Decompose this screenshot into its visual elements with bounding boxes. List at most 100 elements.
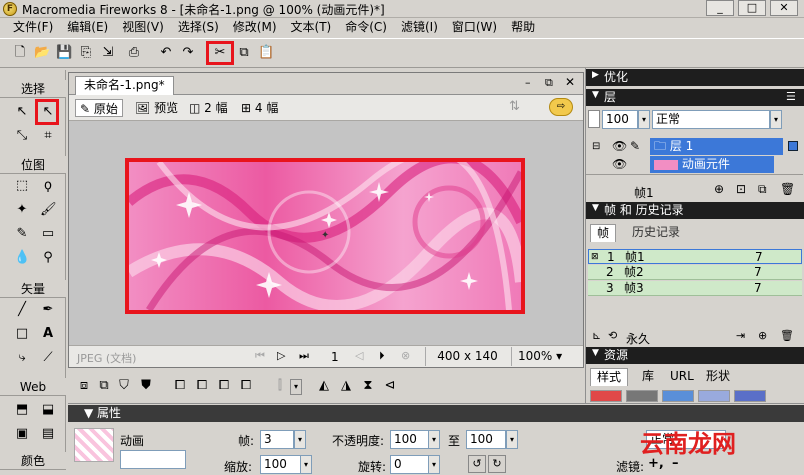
send-backward-icon[interactable]: ⧠ <box>216 378 232 394</box>
pointer-tool-icon[interactable]: ↖ <box>14 104 30 120</box>
library-tab[interactable]: 库 <box>638 368 658 386</box>
knife-tool-icon[interactable]: ⟋ <box>40 350 56 366</box>
flip-horizontal-icon[interactable]: ⧗ <box>360 378 376 394</box>
text-tool-icon[interactable]: A <box>40 326 56 342</box>
flip-vertical-icon[interactable]: ⊲ <box>382 378 398 394</box>
history-tab[interactable]: 历史记录 <box>626 224 686 242</box>
first-frame-icon[interactable]: ⏮ <box>255 349 265 363</box>
new-layer-icon[interactable]: ⊕ <box>714 182 724 196</box>
symbol-name-field[interactable] <box>120 450 186 469</box>
layer-blend-field[interactable]: 正常 <box>652 110 770 129</box>
view-4up-tab[interactable]: ⊞ 4 幅 <box>237 99 282 117</box>
rotate-left-icon[interactable]: ◭ <box>316 378 332 394</box>
view-original-tab[interactable]: ✎ 原始 <box>75 99 123 117</box>
print-icon[interactable]: ⎙ <box>126 45 142 61</box>
crop-tool-icon[interactable]: ⌗ <box>40 128 56 144</box>
import-icon[interactable]: ⎘ <box>78 45 94 61</box>
layer-opacity-dropdown[interactable]: ▾ <box>638 110 650 129</box>
menu-select[interactable]: 选择(S) <box>171 18 226 37</box>
copy-icon[interactable]: ⧉ <box>236 45 252 61</box>
export-icon[interactable]: ⇲ <box>100 45 116 61</box>
url-tab[interactable]: URL <box>666 368 698 386</box>
frame-row-3[interactable]: 3 帧3 7 <box>588 281 802 296</box>
distribute-to-frames-icon[interactable]: ⇥ <box>736 329 745 342</box>
frames-panel-header[interactable]: 帧 和 历史记录 <box>586 202 804 219</box>
delete-layer-icon[interactable]: 🗑 <box>780 182 795 196</box>
delete-frame-icon[interactable]: 🗑 <box>780 329 794 342</box>
new-sublayer-icon[interactable]: ⊡ <box>736 182 746 196</box>
maximize-button[interactable]: □ <box>738 0 766 16</box>
opacity-to-field[interactable]: 100 <box>466 430 506 449</box>
style-swatch[interactable] <box>590 390 622 402</box>
frame-row-2[interactable]: 2 帧2 7 <box>588 265 802 280</box>
layers-panel-header[interactable]: 层 <box>586 89 804 106</box>
last-frame-icon[interactable]: ⏭ <box>299 349 309 363</box>
align-icon[interactable]: ⫿ <box>272 378 288 394</box>
zoom-select[interactable]: 100% ▾ <box>511 347 577 366</box>
doc-restore-icon[interactable]: ⧉ <box>545 76 553 90</box>
frame-row-1[interactable]: ⊠ 1 帧1 7 <box>588 249 802 264</box>
add-frame-icon[interactable]: ⊕ <box>758 329 767 342</box>
view-preview-tab[interactable]: 🖼 预览 <box>131 99 182 117</box>
scale-tool-icon[interactable]: ⤡ <box>14 128 30 144</box>
preview-in-browser-icon[interactable]: ⇨ <box>549 98 573 116</box>
eraser-tool-icon[interactable]: ▭ <box>40 226 56 242</box>
loop-icon[interactable]: ⟲ <box>608 329 617 342</box>
scale-dropdown[interactable]: ▾ <box>300 455 312 474</box>
ungroup-icon[interactable]: ⧉ <box>96 378 112 394</box>
rotate-field[interactable]: 0 <box>390 455 430 474</box>
frames-dropdown[interactable]: ▾ <box>294 430 306 449</box>
optimize-collapse-icon[interactable]: ▶ <box>592 70 599 80</box>
layer-row[interactable]: ⊟ 👁 ✎ 🗀 层 1 <box>588 138 802 155</box>
bring-to-front-icon[interactable]: ⧠ <box>172 378 188 394</box>
slice-tool-icon[interactable]: ⬓ <box>40 402 56 418</box>
blur-tool-icon[interactable]: 💧 <box>14 250 30 266</box>
document-tab[interactable]: 未命名-1.png* <box>75 76 174 95</box>
bring-forward-icon[interactable]: ⧠ <box>194 378 210 394</box>
new-document-icon[interactable]: 🗋 <box>12 45 28 61</box>
opacity-from-field[interactable]: 100 <box>390 430 430 449</box>
style-swatch[interactable] <box>626 390 658 402</box>
next-frame-icon[interactable]: ⏵ <box>379 349 385 363</box>
onion-skin-icon[interactable]: ⊾ <box>592 329 601 342</box>
hotspot-tool-icon[interactable]: ⬒ <box>14 402 30 418</box>
frames-collapse-icon[interactable]: ▼ <box>592 203 599 213</box>
properties-header[interactable]: ▼ 属性 <box>68 405 804 422</box>
layers-collapse-icon[interactable]: ▼ <box>592 90 599 100</box>
doc-close-icon[interactable]: ✕ <box>565 75 575 89</box>
eye-icon[interactable]: 👁 <box>612 138 627 155</box>
expand-minus-icon[interactable]: ⊟ <box>592 138 600 155</box>
object-eye-icon[interactable]: 👁 <box>612 156 627 173</box>
object-row[interactable]: 👁 动画元件 <box>588 156 802 173</box>
frame-onion-icon[interactable]: ⊠ <box>591 250 599 265</box>
style-swatch[interactable] <box>698 390 730 402</box>
menu-filters[interactable]: 滤镜(I) <box>394 18 445 37</box>
rotate-right-icon[interactable]: ◮ <box>338 378 354 394</box>
layers-options-icon[interactable]: ☰ <box>786 90 796 103</box>
style-swatch[interactable] <box>734 390 766 402</box>
previous-frame-icon[interactable]: ◁ <box>355 349 363 362</box>
quick-export-icon[interactable]: ⇅ <box>509 99 520 114</box>
minimize-button[interactable]: _ <box>706 0 734 16</box>
menu-modify[interactable]: 修改(M) <box>226 18 284 37</box>
close-button[interactable]: ✕ <box>770 0 798 16</box>
pink-sparkle-canvas-image[interactable]: ✦ <box>129 162 521 310</box>
align-dropdown[interactable]: ▾ <box>290 379 302 395</box>
show-slices-icon[interactable]: ▤ <box>40 426 56 442</box>
doc-minimize-icon[interactable]: – <box>525 76 531 89</box>
redo-icon[interactable]: ↷ <box>180 45 196 61</box>
join-icon[interactable]: ⛉ <box>116 378 132 394</box>
open-folder-icon[interactable]: 📂 <box>34 45 50 61</box>
menu-edit[interactable]: 编辑(E) <box>60 18 115 37</box>
menu-file[interactable]: 文件(F) <box>6 18 60 37</box>
menu-commands[interactable]: 命令(C) <box>338 18 394 37</box>
menu-view[interactable]: 视图(V) <box>115 18 171 37</box>
menu-window[interactable]: 窗口(W) <box>445 18 504 37</box>
rectangle-tool-icon[interactable]: □ <box>14 326 30 342</box>
marquee-tool-icon[interactable]: ⬚ <box>14 178 30 194</box>
pen-tool-icon[interactable]: ✒ <box>40 302 56 318</box>
magic-wand-tool-icon[interactable]: ✦ <box>14 202 30 218</box>
rubber-stamp-tool-icon[interactable]: ⚲ <box>40 250 56 266</box>
pencil-tool-icon[interactable]: ✎ <box>14 226 30 242</box>
shapes-tab[interactable]: 形状 <box>702 368 734 386</box>
